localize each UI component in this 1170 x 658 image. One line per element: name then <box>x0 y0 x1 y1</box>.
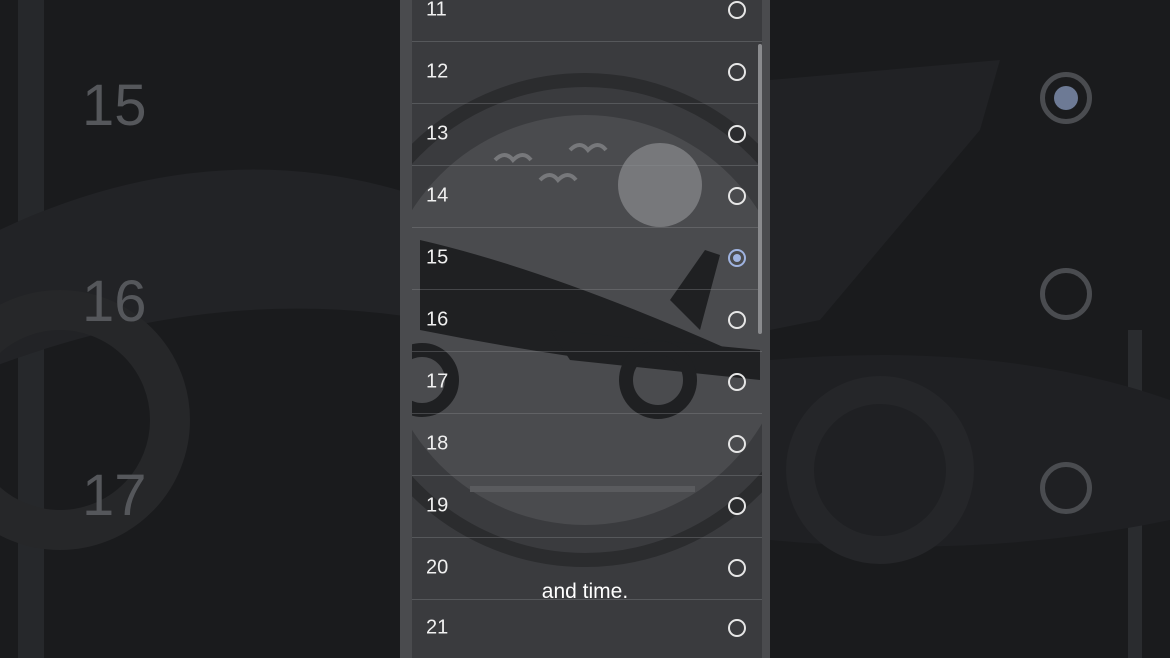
picker-option[interactable]: 12 <box>412 41 762 104</box>
number-picker-panel: 11 12 13 14 15 16 17 18 19 20 21 <box>400 0 770 658</box>
background-number: 16 <box>82 269 147 334</box>
background-number: 15 <box>82 73 147 138</box>
option-label: 19 <box>426 494 449 517</box>
picker-option-selected[interactable]: 15 <box>412 227 762 290</box>
panel-right-edge <box>762 0 770 658</box>
option-label: 15 <box>426 246 449 269</box>
picker-option[interactable]: 21 <box>412 597 762 658</box>
background-number: 17 <box>82 463 147 528</box>
option-label: 11 <box>426 0 447 21</box>
option-label: 18 <box>426 432 449 455</box>
picker-option[interactable]: 13 <box>412 103 762 166</box>
picker-option[interactable]: 14 <box>412 165 762 228</box>
radio-button-selected[interactable] <box>728 249 746 267</box>
picker-scrollbar[interactable] <box>758 44 762 334</box>
picker-option[interactable]: 16 <box>412 289 762 352</box>
radio-button[interactable] <box>728 373 746 391</box>
radio-button[interactable] <box>728 311 746 329</box>
radio-button[interactable] <box>728 1 746 19</box>
option-label: 17 <box>426 370 449 393</box>
radio-button[interactable] <box>728 435 746 453</box>
option-label: 20 <box>426 556 449 579</box>
background-radio <box>1040 268 1092 320</box>
panel-left-edge <box>400 0 412 658</box>
option-label: 13 <box>426 122 449 145</box>
radio-button[interactable] <box>728 63 746 81</box>
radio-button[interactable] <box>728 497 746 515</box>
option-label: 12 <box>426 60 449 83</box>
video-subtitle: and time. <box>541 580 629 603</box>
radio-button[interactable] <box>728 125 746 143</box>
option-label: 16 <box>426 308 449 331</box>
option-label: 14 <box>426 184 449 207</box>
option-label: 21 <box>426 616 449 639</box>
picker-option[interactable]: 19 <box>412 475 762 538</box>
picker-option[interactable]: 11 <box>412 0 762 42</box>
background-radio-selected <box>1040 72 1092 124</box>
radio-button[interactable] <box>728 619 746 637</box>
background-radio <box>1040 462 1092 514</box>
radio-button[interactable] <box>728 187 746 205</box>
radio-button[interactable] <box>728 559 746 577</box>
picker-option[interactable]: 17 <box>412 351 762 414</box>
picker-option[interactable]: 18 <box>412 413 762 476</box>
